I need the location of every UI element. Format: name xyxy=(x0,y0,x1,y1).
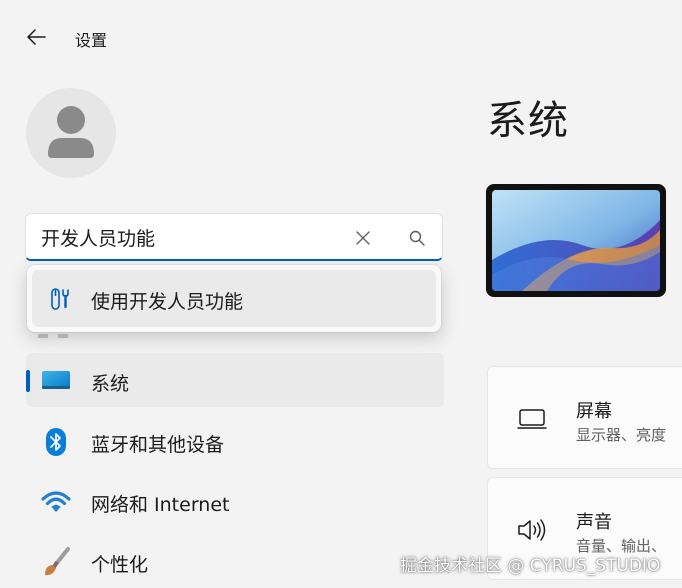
back-button[interactable] xyxy=(20,22,52,52)
display-icon xyxy=(517,409,547,429)
app-title: 设置 xyxy=(75,31,108,50)
wallpaper-preview xyxy=(492,190,660,291)
display-settings-card[interactable]: 屏幕 显示器、亮度 xyxy=(487,366,682,469)
avatar[interactable] xyxy=(26,88,116,178)
developer-tools-icon xyxy=(51,288,69,310)
search-suggestions: 使用开发人员功能 xyxy=(27,265,441,332)
card-title: 声音 xyxy=(576,512,612,533)
device-preview xyxy=(486,184,666,297)
card-title: 屏幕 xyxy=(576,401,612,422)
back-arrow-icon xyxy=(27,29,46,45)
sidebar-item-label: 蓝牙和其他设备 xyxy=(91,434,225,456)
hidden-item-peek xyxy=(38,334,68,338)
sidebar-item-label: 系统 xyxy=(91,373,130,395)
sidebar-item-system[interactable]: 系统 xyxy=(26,353,444,407)
suggestion-label: 使用开发人员功能 xyxy=(91,291,244,313)
card-subtitle: 显示器、亮度 xyxy=(576,426,667,444)
search-icon xyxy=(409,230,425,246)
search-input[interactable] xyxy=(41,223,341,251)
paintbrush-icon xyxy=(40,547,72,576)
sidebar-item-network[interactable]: 网络和 Internet xyxy=(26,474,444,528)
bluetooth-icon xyxy=(40,428,72,456)
wifi-icon xyxy=(40,488,72,516)
suggestion-item[interactable]: 使用开发人员功能 xyxy=(32,270,436,327)
clear-search-button[interactable] xyxy=(350,226,376,250)
sidebar-item-bluetooth[interactable]: 蓝牙和其他设备 xyxy=(26,414,444,468)
sidebar-item-label: 个性化 xyxy=(91,554,149,576)
speaker-icon xyxy=(518,519,546,541)
sidebar-item-label: 网络和 Internet xyxy=(91,494,230,516)
user-icon xyxy=(48,106,94,158)
search-box xyxy=(25,213,443,261)
selection-indicator xyxy=(26,370,30,392)
close-icon xyxy=(356,231,370,245)
search-button[interactable] xyxy=(404,226,430,250)
page-title: 系统 xyxy=(487,98,569,144)
watermark: 掘金技术社区 @ CYRUS_STUDIO xyxy=(400,556,661,576)
monitor-icon xyxy=(40,367,72,395)
sidebar-item-personalization[interactable]: 个性化 xyxy=(26,534,444,588)
